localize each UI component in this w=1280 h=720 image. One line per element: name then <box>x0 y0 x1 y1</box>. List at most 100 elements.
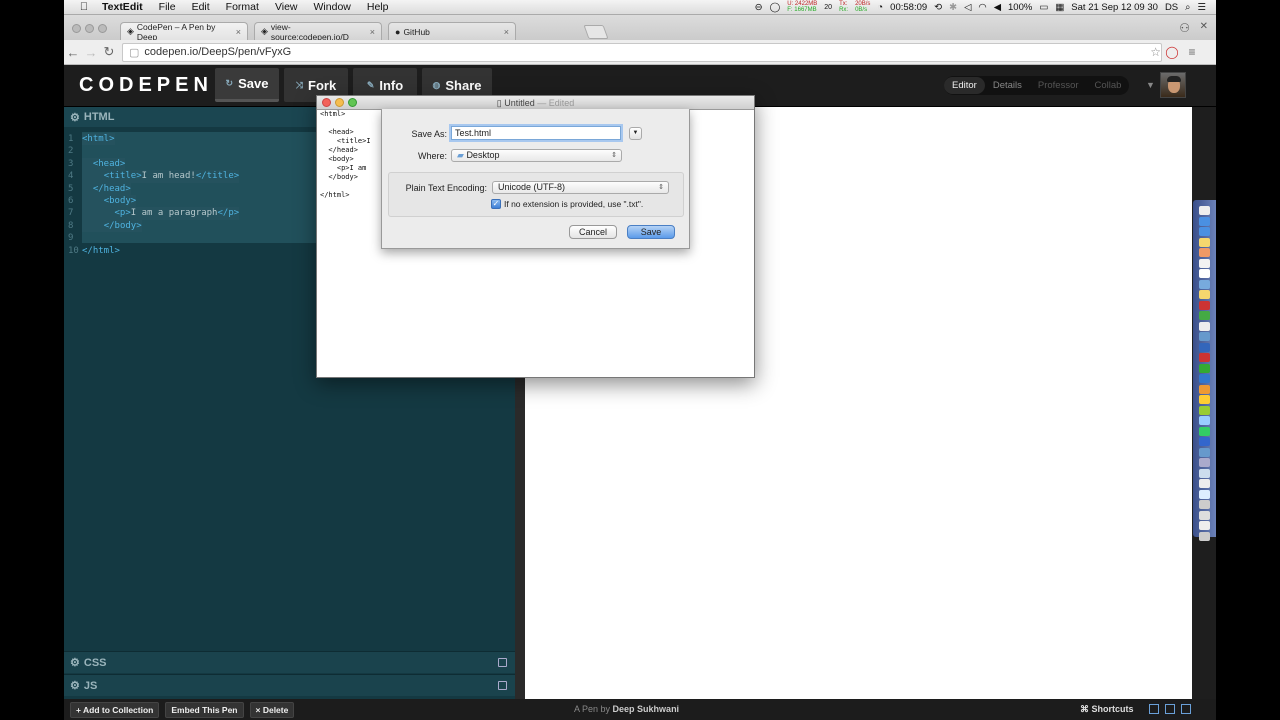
dock-app-icon[interactable] <box>1199 447 1210 457</box>
js-pane-header[interactable]: ⚙ JS <box>64 674 515 696</box>
view-professor[interactable]: Professor <box>1030 80 1087 91</box>
volume-speaker-icon[interactable]: ◀ <box>994 2 1001 13</box>
bluetooth-icon[interactable]: ✱ <box>949 2 957 13</box>
dock-app-icon[interactable] <box>1199 416 1210 425</box>
cancel-button[interactable]: Cancel <box>569 225 617 239</box>
dock-app-icon[interactable] <box>1199 363 1210 373</box>
notifications-icon[interactable]: ☰ <box>1197 2 1206 13</box>
forward-icon[interactable]: → <box>82 45 100 60</box>
minimize-button[interactable] <box>335 98 344 107</box>
dock-app-icon[interactable] <box>1199 311 1210 320</box>
battery-icon[interactable]: ▭ <box>1039 2 1048 13</box>
zoom-button[interactable] <box>348 98 357 107</box>
filename-field[interactable]: Test.html <box>451 126 621 140</box>
tab-close-icon[interactable]: × <box>504 27 509 37</box>
textedit-titlebar[interactable]: ▯ Untitled — Edited <box>317 96 754 110</box>
dock-app-icon[interactable] <box>1199 395 1210 404</box>
dock-app-icon[interactable] <box>1199 258 1210 268</box>
layout-top-icon[interactable] <box>1165 704 1175 714</box>
gear-icon[interactable]: ⚙ <box>70 679 80 692</box>
embed-button[interactable]: Embed This Pen <box>165 701 244 718</box>
dock-app-icon[interactable] <box>1199 321 1210 331</box>
volume-icon[interactable]: ◁ <box>964 2 971 13</box>
wifi-icon[interactable]: ◠ <box>978 2 986 13</box>
timer-value[interactable]: 00:58:09 <box>890 2 927 13</box>
dock-app-icon[interactable] <box>1199 426 1210 436</box>
dock-app-icon[interactable] <box>1199 479 1210 488</box>
battery-percent[interactable]: 100% <box>1008 2 1032 13</box>
opera-extension-icon[interactable]: ◯ <box>1162 45 1182 59</box>
menu-window[interactable]: Window <box>306 1 359 13</box>
close-button[interactable] <box>322 98 331 107</box>
css-pane-header[interactable]: ⚙ CSS <box>64 651 515 673</box>
user-name[interactable]: DS <box>1165 2 1178 13</box>
add-to-collection-button[interactable]: + Add to Collection <box>70 701 160 718</box>
codepen-logo[interactable]: CODEPEN <box>79 74 213 97</box>
time-machine-icon[interactable]: ⟲ <box>934 2 942 13</box>
gear-icon[interactable]: ⚙ <box>70 111 80 124</box>
shortcuts-button[interactable]: ⌘ Shortcuts <box>1080 704 1134 715</box>
layout-right-icon[interactable] <box>1181 704 1191 714</box>
dock-app-icon[interactable] <box>1199 248 1210 257</box>
reload-icon[interactable]: ↻ <box>100 44 118 60</box>
back-icon[interactable]: ← <box>64 45 82 60</box>
menu-edit[interactable]: Edit <box>184 1 218 13</box>
flag-icon[interactable]: ▦ <box>1055 2 1064 13</box>
dock-app-icon[interactable] <box>1199 237 1210 247</box>
dock-app-icon[interactable] <box>1199 300 1210 310</box>
menu-format[interactable]: Format <box>218 1 267 13</box>
apple-icon[interactable]:  <box>74 1 94 13</box>
tab-close-icon[interactable]: × <box>236 27 241 37</box>
dock-app-icon[interactable] <box>1199 458 1210 467</box>
tab-github[interactable]: ● GitHub × <box>388 22 516 40</box>
stopwatch-icon[interactable]: ◔ <box>877 2 883 13</box>
dock-app-icon[interactable] <box>1199 384 1210 394</box>
gear-icon[interactable]: ⚙ <box>70 656 80 669</box>
view-editor[interactable]: Editor <box>944 77 985 94</box>
layout-left-icon[interactable] <box>1149 704 1159 714</box>
bookmark-star-icon[interactable]: ☆ <box>1150 45 1161 59</box>
encoding-select[interactable]: Unicode (UTF-8) ⇕ <box>492 181 669 194</box>
dock-app-icon[interactable] <box>1199 332 1210 341</box>
chrome-menu-icon[interactable]: ≡ <box>1182 45 1202 59</box>
dock-app-icon[interactable] <box>1199 227 1210 236</box>
dock-app-icon[interactable] <box>1199 374 1210 383</box>
view-details[interactable]: Details <box>985 80 1030 91</box>
chevron-down-icon[interactable]: ▼ <box>629 127 642 140</box>
expand-icon[interactable] <box>498 681 507 690</box>
dock-app-icon[interactable] <box>1199 216 1210 226</box>
dock-app-icon[interactable] <box>1199 489 1210 499</box>
dock-app-icon[interactable] <box>1199 279 1210 289</box>
menu-app-name[interactable]: TextEdit <box>94 1 151 13</box>
new-tab-button[interactable] <box>583 25 609 39</box>
dock-app-icon[interactable] <box>1199 342 1210 352</box>
dock-app-icon[interactable] <box>1199 269 1210 278</box>
close-window-icon[interactable]: ✕ <box>1200 21 1208 32</box>
menu-help[interactable]: Help <box>359 1 397 13</box>
dock-app-icon[interactable] <box>1199 510 1210 520</box>
dock-app-icon[interactable] <box>1199 353 1210 362</box>
dock-app-icon[interactable] <box>1199 531 1210 541</box>
menu-file[interactable]: File <box>151 1 184 13</box>
dock-app-icon[interactable] <box>1199 206 1210 215</box>
textedit-content[interactable]: <html> <head> <title>I </head> <body> <p… <box>320 110 371 200</box>
address-bar[interactable]: ▢ codepen.io/DeepS/pen/vFyxG ☆ <box>122 42 1162 62</box>
avatar[interactable] <box>1160 72 1186 98</box>
tab-close-icon[interactable]: × <box>370 27 375 37</box>
dock-app-icon[interactable] <box>1199 468 1210 478</box>
dock-app-icon[interactable] <box>1199 500 1210 509</box>
window-minimize-light[interactable] <box>85 24 94 33</box>
tab-codepen[interactable]: ◈ CodePen – A Pen by Deep × <box>120 22 248 42</box>
menu-view[interactable]: View <box>267 1 306 13</box>
where-select[interactable]: ▰ Desktop ⇕ <box>451 149 622 162</box>
save-button[interactable]: ↻ Save <box>215 68 279 102</box>
dock-app-icon[interactable] <box>1199 405 1210 415</box>
dock-app-icon[interactable] <box>1199 521 1210 530</box>
dock-app-icon[interactable] <box>1199 290 1210 299</box>
clock[interactable]: Sat 21 Sep 12 09 30 <box>1071 2 1158 13</box>
extension-checkbox[interactable]: ✓ <box>491 199 501 209</box>
credit-author[interactable]: Deep Sukhwani <box>613 704 680 714</box>
delete-button[interactable]: × Delete <box>249 701 295 718</box>
dock-app-icon[interactable] <box>1199 437 1210 446</box>
tab-view-source[interactable]: ◈ view-source:codepen.io/D × <box>254 22 382 42</box>
